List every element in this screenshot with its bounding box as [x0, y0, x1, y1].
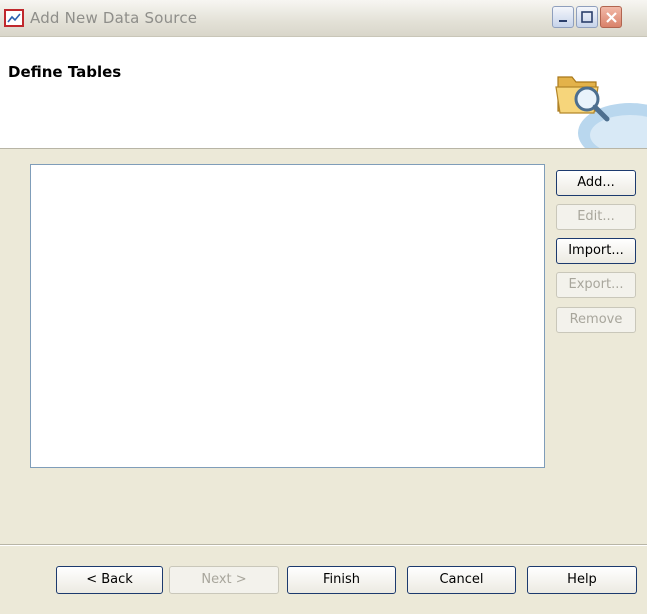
import-button[interactable]: Import...: [556, 238, 636, 264]
minimize-button[interactable]: [552, 6, 574, 28]
title-bar[interactable]: Add New Data Source: [0, 0, 647, 37]
folder-magnifier-icon: [550, 63, 647, 148]
close-button[interactable]: [600, 6, 622, 28]
back-button[interactable]: < Back: [56, 566, 163, 594]
remove-button[interactable]: Remove: [556, 307, 636, 333]
next-button[interactable]: Next >: [169, 566, 279, 594]
edit-button[interactable]: Edit...: [556, 204, 636, 230]
maximize-button[interactable]: [576, 6, 598, 28]
tables-list[interactable]: [30, 164, 545, 468]
finish-button[interactable]: Finish: [287, 566, 396, 594]
cancel-button[interactable]: Cancel: [407, 566, 516, 594]
footer-separator: [0, 544, 647, 546]
help-button[interactable]: Help: [527, 566, 637, 594]
export-button[interactable]: Export...: [556, 272, 636, 298]
wizard-header: Define Tables: [0, 37, 647, 149]
window-title: Add New Data Source: [30, 9, 198, 27]
page-title: Define Tables: [8, 63, 122, 81]
close-icon: [606, 12, 617, 23]
add-data-source-dialog: Add New Data Source Define Tables Add...: [0, 0, 647, 614]
minimize-icon: [559, 20, 567, 22]
maximize-icon: [581, 11, 593, 23]
add-button[interactable]: Add...: [556, 170, 636, 196]
chart-icon: [4, 8, 24, 28]
